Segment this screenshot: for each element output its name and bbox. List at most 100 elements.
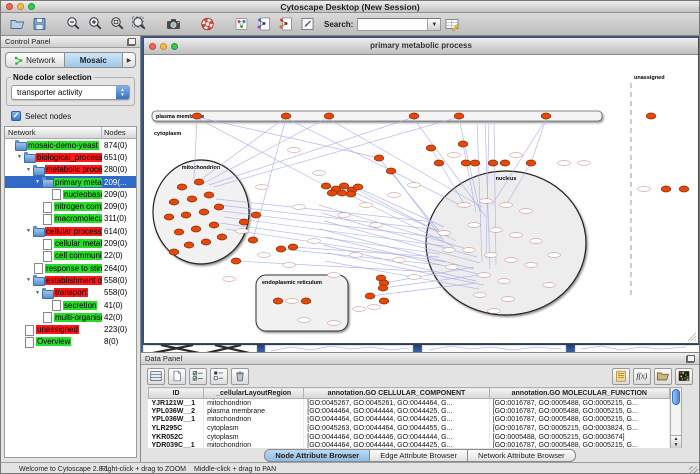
node-label[interactable] [360,203,373,208]
minimize-icon[interactable] [160,43,167,50]
node-selected[interactable] [346,191,356,197]
node-label[interactable] [543,283,556,288]
close-icon[interactable] [149,43,156,50]
node-label[interactable] [500,203,513,208]
node-selected[interactable] [214,204,224,210]
network-canvas[interactable]: plasma membranecytoplasmmitochondrionnuc… [144,55,698,343]
expander-icon[interactable]: ▼ [17,154,24,160]
tree-column-network[interactable]: Network [5,127,102,138]
attribute-editor-button[interactable] [442,15,463,34]
create-attribute-button[interactable] [168,368,186,385]
network-view-window[interactable]: primary metabolic process plasma membran… [143,37,699,344]
tab-node-attribute-browser[interactable]: Node Attribute Browser [264,449,370,462]
tree-row[interactable]: nucleobase-...209(0) [5,188,136,200]
tree-row[interactable]: mosaic-demo-yeast874(0) [5,139,136,151]
node-label[interactable] [258,253,271,258]
node-label[interactable] [474,293,487,298]
node-selected[interactable] [181,212,191,218]
zoom-fit-button[interactable] [107,15,128,34]
node-label[interactable] [293,205,306,210]
node-selected[interactable] [191,226,201,232]
vizmapper-button[interactable] [231,15,252,34]
node-selected[interactable] [426,145,436,151]
column-header[interactable]: _cellularLayoutRegion [204,388,304,399]
node-selected[interactable] [386,168,396,174]
node-selected[interactable] [500,160,510,166]
app-titlebar[interactable]: Cytoscape Desktop (New Session) [1,1,699,13]
import-attributes-button[interactable] [612,368,630,385]
snapshot-button[interactable] [163,15,184,34]
node-selected[interactable] [526,160,536,166]
scrollbar-thumb[interactable] [672,389,680,405]
tree-row[interactable]: secretion41(0) [5,299,136,311]
tree-row[interactable]: ▼primary metab...209(... [5,176,136,188]
zoom-out-button[interactable] [63,15,84,34]
node-selected[interactable] [353,184,363,190]
table-row[interactable]: YDR039C__1mitochondrion[GO:0044464, GO:0… [149,441,670,448]
node-selected[interactable] [184,242,194,248]
tree-column-nodes[interactable]: Nodes [102,127,136,138]
maximize-icon[interactable] [171,43,178,50]
node-label[interactable] [558,161,571,166]
node-selected[interactable] [187,196,197,202]
node-selected[interactable] [339,183,349,189]
float-panel-icon[interactable] [127,38,136,46]
node-selected[interactable] [301,298,311,304]
scrollbar-arrows[interactable]: ▲▼ [671,435,681,448]
node-selected[interactable] [201,239,211,245]
node-selected[interactable] [661,186,671,192]
table-row[interactable]: YPL036W__2plasma membrane[GO:0044464, GO… [149,407,670,416]
node-selected[interactable] [192,113,202,119]
node-label[interactable] [286,299,299,304]
zoom-window-button[interactable] [28,3,35,10]
tab-network[interactable]: Network [5,52,64,68]
expander-icon[interactable]: ▼ [26,277,33,283]
tab-edge-attribute-browser[interactable]: Edge Attribute Browser [370,449,468,462]
node-label[interactable] [525,263,538,268]
node-selected[interactable] [679,186,689,192]
node-label[interactable] [463,248,476,253]
tree-row[interactable]: ▼transport558(0) [5,287,136,299]
select-all-attributes-button[interactable] [189,368,207,385]
node-label[interactable] [480,199,493,204]
tree-row[interactable]: cellular metabo...209(0) [5,237,136,249]
node-label[interactable] [498,279,511,284]
node-selected[interactable] [177,184,187,190]
node-selected[interactable] [324,113,334,119]
node-selected[interactable] [458,141,468,147]
column-header[interactable]: annotation.GO CELLULAR_COMPONENT [304,388,489,399]
tab-overflow-button[interactable]: ▶ [122,52,136,68]
node-label[interactable] [370,223,383,228]
node-label[interactable] [468,223,481,228]
search-field[interactable] [358,19,427,30]
annotations-button[interactable] [297,15,318,34]
node-selected[interactable] [488,160,498,166]
node-label[interactable] [520,209,533,214]
node-label[interactable] [288,148,301,153]
node-selected[interactable] [169,199,179,205]
node-label[interactable] [438,231,451,236]
tree-row[interactable]: ▼biological_process651(0) [5,151,136,163]
node-selected[interactable] [434,160,444,166]
table-row[interactable]: YKR052Ccytoplasm[GO:0044464, GO:0044446,… [149,433,670,442]
node-selected[interactable] [409,113,419,119]
resize-grip[interactable] [689,466,698,474]
node-label[interactable] [393,258,406,263]
node-label[interactable] [368,305,381,310]
node-selected[interactable] [541,113,551,119]
node-label[interactable] [446,265,459,270]
node-selected[interactable] [164,214,174,220]
node-label[interactable] [505,258,518,263]
node-selected[interactable] [194,179,204,185]
open-attributes-button[interactable] [654,368,672,385]
import-network-file-button[interactable] [253,15,274,34]
node-selected[interactable] [174,229,184,235]
table-row[interactable]: YJR121W__1mitochondrion[GO:0045267, GO:0… [149,399,670,408]
column-header[interactable]: annotation.GO MOLECULAR_FUNCTION [489,388,669,399]
tree-row[interactable]: cell communicat...22(0) [5,250,136,262]
delete-attribute-button[interactable] [231,368,249,385]
node-label[interactable] [448,153,461,158]
node-selected[interactable] [248,237,258,243]
node-label[interactable] [328,273,341,278]
float-panel-icon[interactable] [686,355,695,363]
